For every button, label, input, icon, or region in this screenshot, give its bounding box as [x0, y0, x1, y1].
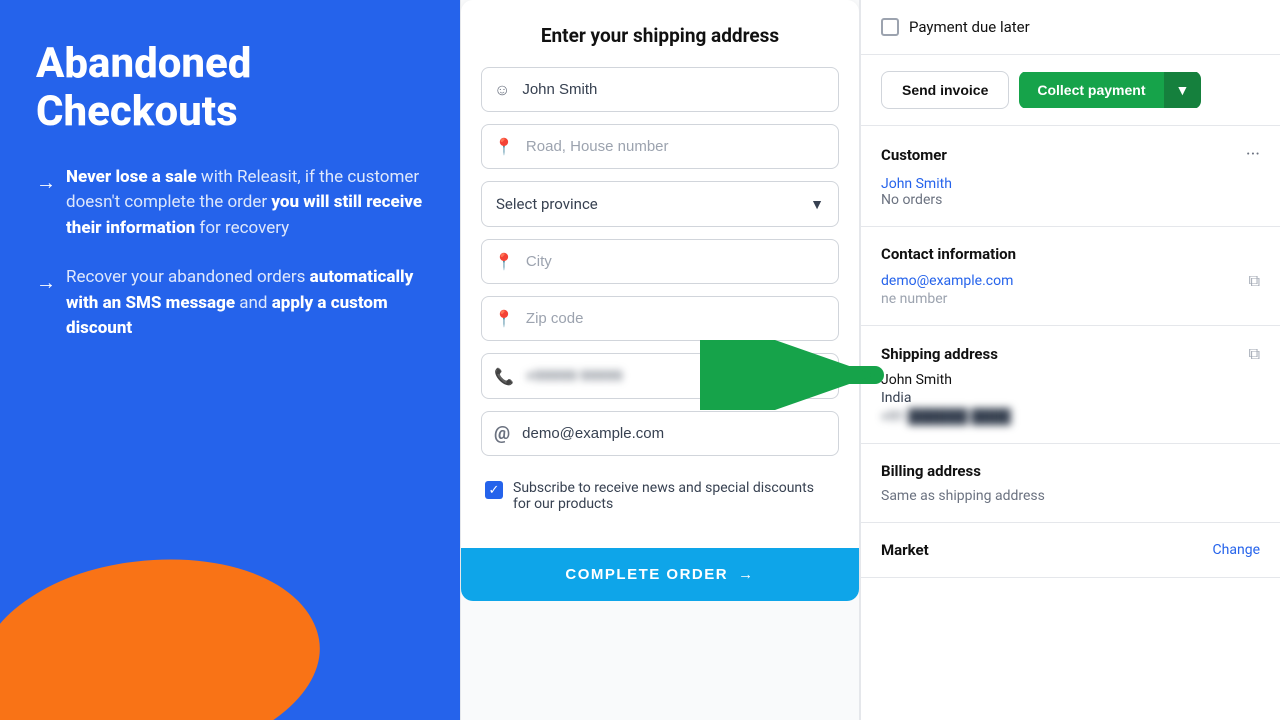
left-panel: Abandoned Checkouts → Never lose a sale … — [0, 0, 460, 720]
name-field[interactable]: ☺ — [481, 67, 839, 112]
checkout-form-panel: Enter your shipping address ☺ 📍 Select p… — [460, 0, 860, 720]
zip-input[interactable] — [526, 297, 838, 340]
contact-section-header: Contact information — [881, 245, 1260, 263]
location-icon-1: 📍 — [482, 137, 526, 156]
bullet-text-1: Never lose a sale with Releasit, if the … — [66, 165, 424, 242]
payment-due-checkbox[interactable] — [881, 18, 899, 36]
complete-order-label: COMPLETE ORDER — [565, 566, 728, 583]
location-icon-2: 📍 — [482, 252, 526, 271]
billing-section-header: Billing address — [881, 462, 1260, 480]
phone-input-blurred: +99999 99999 — [526, 354, 838, 398]
complete-order-arrow-icon: → — [738, 566, 755, 583]
city-field[interactable]: 📍 — [481, 239, 839, 284]
complete-order-button[interactable]: COMPLETE ORDER → — [461, 548, 859, 601]
form-title: Enter your shipping address — [481, 24, 839, 47]
bullet-arrow-2: → — [36, 267, 56, 297]
province-select[interactable]: Select province ▼ — [481, 181, 839, 227]
copy-shipping-icon[interactable]: ⧉ — [1249, 344, 1260, 364]
copy-email-icon[interactable]: ⧉ — [1249, 271, 1260, 291]
contact-section-title: Contact information — [881, 245, 1016, 263]
contact-email-row: demo@example.com ⧉ — [881, 271, 1260, 291]
zip-field[interactable]: 📍 — [481, 296, 839, 341]
market-row: Market Change — [881, 541, 1260, 559]
email-input[interactable] — [522, 412, 838, 455]
more-options-icon[interactable]: ··· — [1246, 144, 1260, 165]
email-field[interactable]: @ — [481, 411, 839, 456]
contact-phone-row: ne number — [881, 291, 1260, 307]
customer-section: Customer ··· John Smith No orders — [861, 126, 1280, 227]
chevron-down-icon: ▼ — [810, 196, 824, 213]
right-panel: Payment due later Send invoice Collect p… — [860, 0, 1280, 720]
customer-section-header: Customer ··· — [881, 144, 1260, 165]
market-section-title: Market — [881, 541, 929, 559]
billing-section-title: Billing address — [881, 462, 981, 480]
bullet-1: → Never lose a sale with Releasit, if th… — [36, 165, 424, 242]
market-change-link[interactable]: Change — [1213, 542, 1260, 558]
shipping-phone-row: +91 ██████ ████ — [881, 408, 1260, 425]
payment-due-row: Payment due later — [861, 0, 1280, 55]
payment-due-label: Payment due later — [909, 18, 1030, 36]
address-field[interactable]: 📍 — [481, 124, 839, 169]
contact-email-value: demo@example.com — [881, 273, 1013, 289]
action-buttons-row: Send invoice Collect payment ▼ — [861, 55, 1280, 126]
collect-payment-main[interactable]: Collect payment — [1019, 72, 1163, 108]
city-input[interactable] — [526, 240, 838, 283]
main-heading: Abandoned Checkouts — [36, 40, 424, 137]
customer-section-title: Customer — [881, 146, 947, 164]
subscribe-checkbox[interactable]: ✓ — [485, 481, 503, 499]
name-input[interactable] — [522, 68, 838, 111]
shipping-section: Shipping address ⧉ John Smith India +91 … — [861, 326, 1280, 444]
billing-section: Billing address Same as shipping address — [861, 444, 1280, 523]
shipping-name: John Smith — [881, 372, 1260, 388]
location-icon-3: 📍 — [482, 309, 526, 328]
address-input[interactable] — [526, 125, 838, 168]
bullet-2: → Recover your abandoned orders automati… — [36, 265, 424, 342]
form-container: Enter your shipping address ☺ 📍 Select p… — [461, 0, 859, 548]
bullet-arrow-1: → — [36, 167, 56, 197]
shipping-section-title: Shipping address — [881, 345, 998, 363]
market-section: Market Change — [861, 523, 1280, 578]
shipping-section-header: Shipping address ⧉ — [881, 344, 1260, 364]
no-orders-label: No orders — [881, 192, 1260, 208]
collect-payment-dropdown-icon[interactable]: ▼ — [1164, 72, 1202, 108]
at-icon: @ — [482, 423, 522, 444]
shipping-phone-blurred: +91 ██████ ████ — [881, 408, 1011, 425]
billing-same-as-shipping: Same as shipping address — [881, 488, 1260, 504]
customer-name-link[interactable]: John Smith — [881, 176, 952, 192]
phone-icon: 📞 — [482, 367, 526, 386]
shipping-country: India — [881, 390, 1260, 406]
collect-payment-button[interactable]: Collect payment ▼ — [1019, 71, 1201, 109]
phone-field[interactable]: 📞 +99999 99999 — [481, 353, 839, 399]
person-icon: ☺ — [482, 80, 522, 100]
province-label: Select province — [496, 195, 598, 213]
send-invoice-button[interactable]: Send invoice — [881, 71, 1009, 109]
bullet-text-2: Recover your abandoned orders automatica… — [66, 265, 424, 342]
subscribe-label: Subscribe to receive news and special di… — [513, 480, 835, 512]
contact-phone-placeholder: ne number — [881, 291, 947, 307]
decorative-blob — [0, 532, 335, 720]
contact-section: Contact information demo@example.com ⧉ n… — [861, 227, 1280, 326]
subscribe-row: ✓ Subscribe to receive news and special … — [481, 468, 839, 524]
